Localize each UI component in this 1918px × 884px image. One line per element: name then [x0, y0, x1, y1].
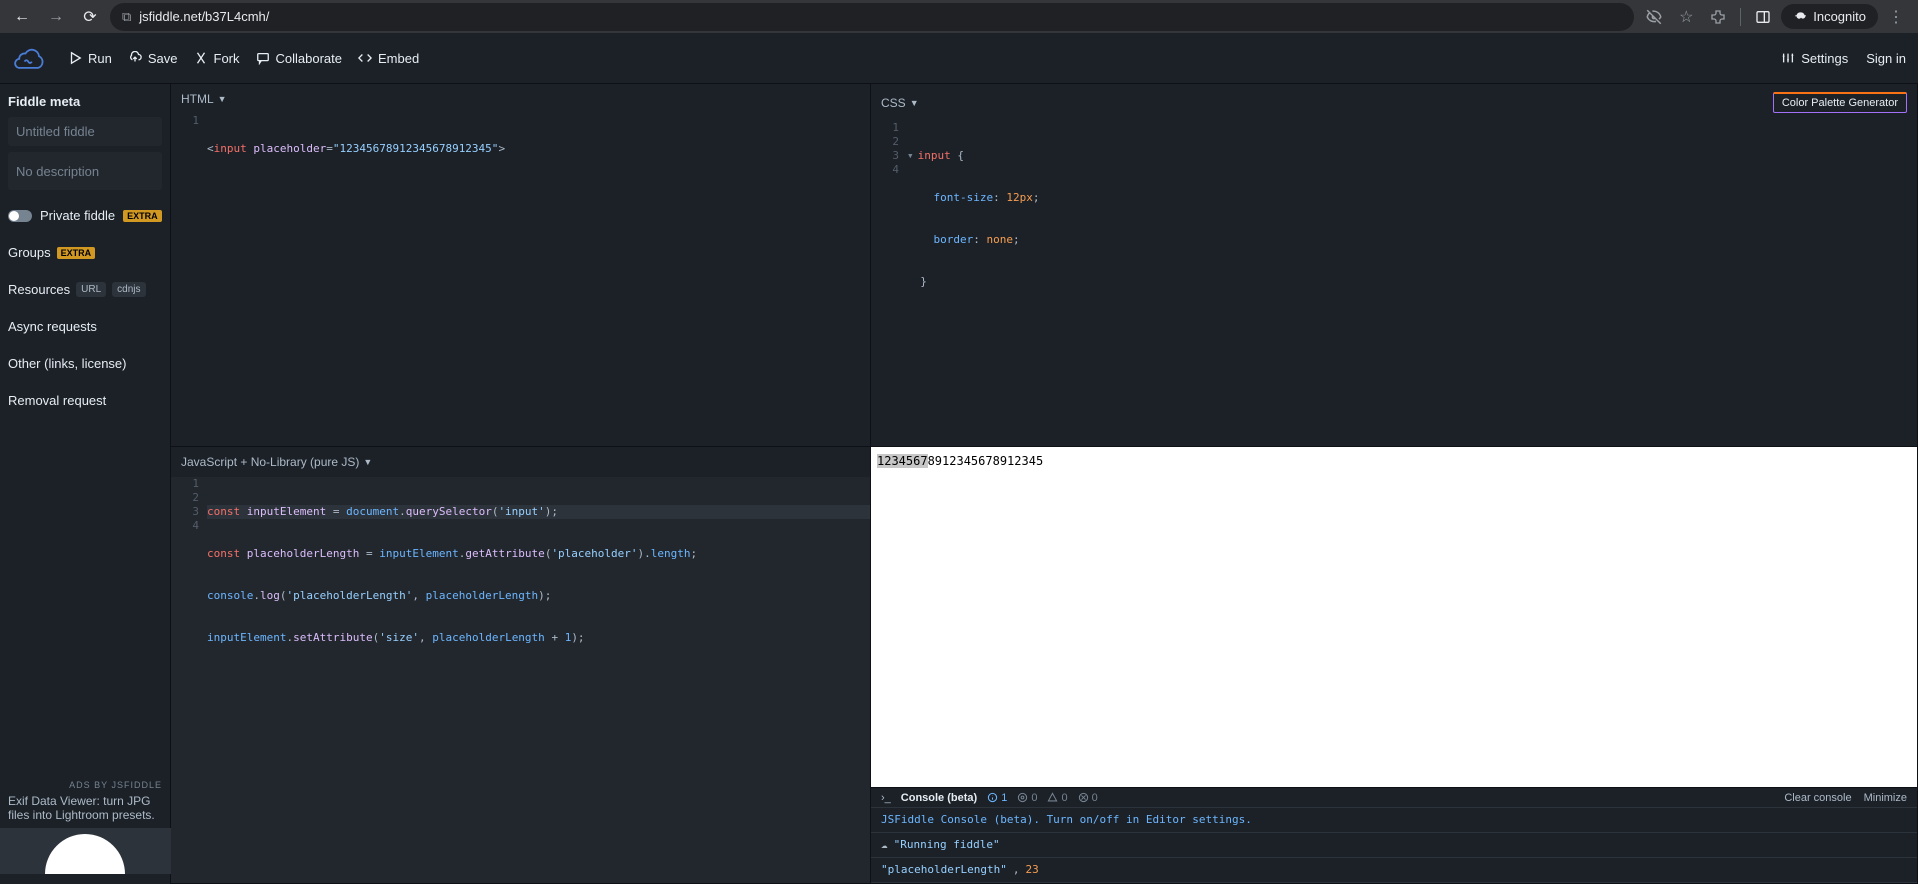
console-log-label: "placeholderLength": [881, 860, 1007, 880]
info-icon: [987, 792, 998, 803]
result-pane: 12345678912345678912345 ›_ Console (beta…: [871, 447, 1918, 884]
browser-toolbar: ← → ⟳ ⧉ jsfiddle.net/b37L4cmh/ ☆ Incogni…: [0, 0, 1918, 33]
eye-off-icon[interactable]: [1640, 3, 1668, 31]
js-editor[interactable]: 1234 const inputElement = document.query…: [171, 477, 870, 883]
save-button[interactable]: Save: [128, 51, 178, 66]
signin-button[interactable]: Sign in: [1866, 51, 1906, 66]
settings-button[interactable]: Settings: [1781, 51, 1848, 66]
fiddle-title-input[interactable]: [8, 117, 162, 146]
console-panel: ›_ Console (beta) 1 0 0: [871, 787, 1917, 883]
result-frame[interactable]: 12345678912345678912345: [871, 447, 1917, 787]
private-label: Private fiddle: [40, 208, 115, 223]
jsfiddle-logo[interactable]: [12, 40, 48, 76]
forward-button[interactable]: →: [42, 3, 70, 31]
address-bar[interactable]: ⧉ jsfiddle.net/b37L4cmh/: [110, 3, 1634, 31]
debug-icon: [1078, 792, 1089, 803]
fiddle-description-input[interactable]: [8, 152, 162, 190]
sidebar: Fiddle meta Private fiddle EXTRA Groups …: [0, 84, 171, 884]
chat-icon: [256, 51, 270, 65]
info-count[interactable]: 1: [987, 792, 1007, 804]
incognito-label: Incognito: [1813, 9, 1866, 24]
css-pane: CSS ▼ Color Palette Generator 1234 ▾inpu…: [871, 84, 1918, 447]
console-info-line: JSFiddle Console (beta). Turn on/off in …: [881, 810, 1252, 830]
code-icon: [358, 51, 372, 65]
console-prompt-icon: ›_: [881, 792, 891, 804]
private-toggle[interactable]: [8, 210, 32, 222]
ad-block[interactable]: ADS BY JSFIDDLE Exif Data Viewer: turn J…: [8, 780, 162, 874]
triangle-icon: [1047, 792, 1058, 803]
html-pane: HTML ▼ 1 <input placeholder="12345678912…: [171, 84, 871, 447]
debug-count[interactable]: 0: [1078, 792, 1098, 804]
extra-badge: EXTRA: [57, 247, 96, 259]
cloud-upload-icon: [128, 51, 142, 65]
html-pane-header[interactable]: HTML ▼: [171, 84, 870, 114]
chevron-down-icon: ▼: [363, 457, 372, 467]
css-pane-header[interactable]: CSS ▼ Color Palette Generator: [871, 84, 1917, 121]
error-count[interactable]: 0: [1047, 792, 1067, 804]
ad-text: Exif Data Viewer: turn JPG files into Li…: [8, 794, 162, 828]
js-pane: JavaScript + No-Library (pure JS) ▼ 1234…: [171, 447, 871, 884]
reload-button[interactable]: ⟳: [76, 3, 104, 31]
run-button[interactable]: Run: [68, 51, 112, 66]
back-button[interactable]: ←: [8, 3, 36, 31]
chevron-down-icon: ▼: [910, 98, 919, 108]
warn-count[interactable]: 0: [1017, 792, 1037, 804]
extensions-icon[interactable]: [1704, 3, 1732, 31]
menu-icon[interactable]: ⋮: [1882, 3, 1910, 31]
color-palette-button[interactable]: Color Palette Generator: [1773, 92, 1907, 113]
console-body: JSFiddle Console (beta). Turn on/off in …: [871, 808, 1917, 883]
fork-icon: [194, 51, 208, 65]
js-pane-header[interactable]: JavaScript + No-Library (pure JS) ▼: [171, 447, 870, 477]
site-info-icon[interactable]: ⧉: [122, 9, 131, 25]
async-requests-section[interactable]: Async requests: [8, 319, 162, 334]
cloud-icon: ☁: [881, 835, 888, 855]
warn-icon: [1017, 792, 1028, 803]
console-title: Console (beta): [901, 792, 977, 804]
resources-section[interactable]: Resources URL cdnjs: [8, 282, 162, 297]
app-toolbar: Run Save Fork Collaborate Embed Settings…: [0, 33, 1918, 84]
extra-badge: EXTRA: [123, 210, 162, 222]
fiddle-meta-heading: Fiddle meta: [8, 94, 162, 109]
panel-icon[interactable]: [1749, 3, 1777, 31]
console-log-value: 23: [1025, 860, 1038, 880]
clear-console-button[interactable]: Clear console: [1784, 792, 1851, 804]
collaborate-button[interactable]: Collaborate: [256, 51, 343, 66]
chevron-down-icon: ▼: [218, 94, 227, 104]
removal-request-section[interactable]: Removal request: [8, 393, 162, 408]
result-input[interactable]: 12345678912345678912345: [877, 454, 1043, 468]
html-editor[interactable]: 1 <input placeholder="123456789123456789…: [171, 114, 870, 446]
bookmark-star-icon[interactable]: ☆: [1672, 3, 1700, 31]
console-running-line: "Running fiddle": [894, 835, 1000, 855]
other-section[interactable]: Other (links, license): [8, 356, 162, 371]
url-text: jsfiddle.net/b37L4cmh/: [139, 9, 269, 24]
ad-image: [0, 828, 171, 874]
cdnjs-pill[interactable]: cdnjs: [112, 282, 145, 297]
css-editor[interactable]: 1234 ▾input { font-size: 12px; border: n…: [871, 121, 1917, 446]
sliders-icon: [1781, 51, 1795, 65]
minimize-console-button[interactable]: Minimize: [1864, 792, 1907, 804]
groups-section[interactable]: Groups EXTRA: [8, 245, 162, 260]
embed-button[interactable]: Embed: [358, 51, 419, 66]
play-icon: [68, 51, 82, 65]
url-pill[interactable]: URL: [76, 282, 106, 297]
fork-button[interactable]: Fork: [194, 51, 240, 66]
ad-label: ADS BY JSFIDDLE: [8, 780, 162, 790]
incognito-indicator[interactable]: Incognito: [1781, 4, 1878, 29]
